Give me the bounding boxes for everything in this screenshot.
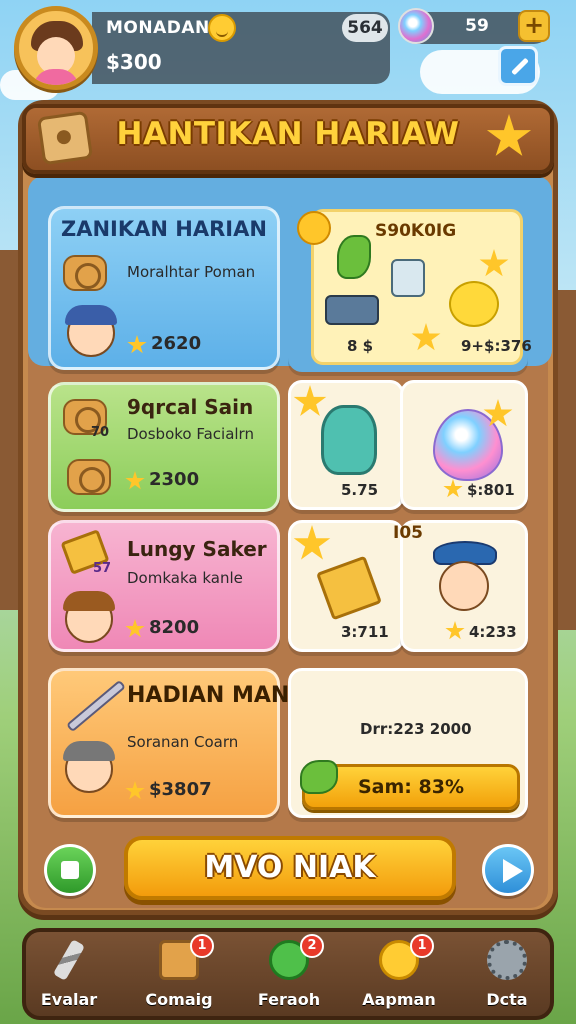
reward-panel-featured[interactable]: S90K0IG 8 $ 9+$:376 (288, 202, 532, 372)
pen-icon (65, 679, 127, 733)
character-avatar (63, 741, 115, 793)
task-card-3[interactable]: 57 Lungy Saker Domkaka kanle 8200 (48, 520, 280, 652)
nav-label: Dcta (486, 990, 528, 1009)
reward-value: $:801 (467, 481, 515, 499)
add-gems-button[interactable]: + (518, 10, 550, 42)
reward-slot-pink-left[interactable]: 3:711 (288, 520, 404, 652)
emoji-icon[interactable] (208, 14, 236, 42)
money-amount: $300 (106, 50, 162, 74)
reward-detail: Drr:223 2000 (360, 720, 472, 738)
reward-value: 5.75 (341, 481, 379, 499)
star-icon (445, 621, 465, 640)
star-icon (125, 471, 145, 490)
nav-item-feraoh[interactable]: 2 Feraoh (244, 934, 334, 1016)
gem-count: 59 (465, 16, 489, 36)
card-subtitle: Dosboko Facialrn (127, 425, 254, 443)
leaf-icon (300, 760, 338, 794)
top-bar: MONADANA $300 564 59 + (0, 0, 576, 100)
bear-plush-icon (321, 405, 377, 475)
character-avatar (65, 305, 117, 357)
nav-label: Evalar (40, 990, 98, 1009)
card-title: ZANIKAN HARIAN (61, 217, 267, 241)
nav-label: Comaig (145, 990, 213, 1009)
play-button[interactable] (482, 844, 534, 896)
nav-label: Feraoh (257, 990, 321, 1009)
task-card-1[interactable]: ZANIKAN HARIAN Moralhtar Poman 2620 (48, 206, 280, 370)
star-icon (125, 619, 145, 638)
leaf-icon (337, 235, 371, 279)
card-title: Lungy Saker (127, 537, 267, 561)
page-title: HANTIKAN HARIAW (116, 116, 460, 152)
card-badge: 70 (91, 425, 110, 440)
reward-value: 8 $ (347, 337, 374, 355)
coins-icon (63, 255, 107, 291)
reward-tag: I05 (393, 523, 423, 543)
star-icon (127, 335, 147, 354)
reward-title: S90K0IG (375, 221, 457, 241)
card-price: 8200 (149, 617, 200, 638)
gear-icon (487, 940, 527, 980)
pencil-icon (52, 939, 86, 981)
nav-item-comaig[interactable]: 1 Comaig (134, 934, 224, 1016)
main-action-button[interactable]: MVO NIAK (124, 836, 456, 900)
reward-value: 3:711 (341, 623, 389, 641)
reward-slot-green-left[interactable]: 5.75 (288, 380, 404, 510)
star-icon (293, 525, 331, 560)
nav-label: Aapman (362, 990, 436, 1009)
sun-icon (297, 211, 331, 245)
card-badge: 57 (93, 561, 112, 576)
crate-icon (36, 110, 94, 166)
ticket-icon (316, 555, 382, 621)
task-card-2[interactable]: 70 9qrcal Sain Dosboko Facialrn 2300 (48, 382, 280, 512)
nav-item-aapman[interactable]: 1 Aapman (354, 934, 444, 1016)
edit-icon[interactable] (498, 46, 538, 86)
device-icon (325, 295, 379, 325)
card-price: $3807 (149, 779, 212, 800)
chick-icon (449, 281, 499, 327)
gem-icon (398, 8, 434, 44)
character-icon (439, 561, 489, 611)
nav-item-evalar[interactable]: Evalar (24, 936, 114, 1016)
card-price: 2620 (151, 333, 202, 354)
basket-icon (67, 459, 111, 495)
avatar-body (33, 69, 79, 85)
reward-value: 4:233 (469, 623, 517, 641)
character-avatar (63, 591, 115, 643)
counter-pill: 564 (342, 14, 388, 42)
star-icon (443, 479, 463, 498)
task-card-4[interactable]: HADIAN MANAKIK Soranan Coarn $3807 (48, 668, 349, 818)
card-price: 2300 (149, 469, 200, 490)
player-name: MONADANA (106, 18, 224, 38)
notification-badge: 2 (300, 934, 324, 958)
notification-badge: 1 (190, 934, 214, 958)
notification-badge: 1 (410, 934, 434, 958)
star-icon (125, 781, 145, 800)
card-subtitle: Soranan Coarn (127, 733, 239, 751)
home-button[interactable] (44, 844, 96, 896)
reward-slot-green-right[interactable]: $:801 (400, 380, 528, 510)
reward-value: 9+$:376 (461, 337, 532, 355)
player-avatar[interactable] (14, 6, 98, 90)
card-subtitle: Domkaka kanle (127, 569, 243, 587)
card-title: 9qrcal Sain (127, 395, 254, 419)
nav-item-dcta[interactable]: Dcta (462, 936, 552, 1016)
card-subtitle: Moralhtar Poman (127, 263, 256, 281)
reward-slot-pink-right[interactable]: I05 4:233 (393, 520, 528, 652)
star-icon (293, 385, 327, 416)
gift-box-icon (391, 259, 425, 297)
